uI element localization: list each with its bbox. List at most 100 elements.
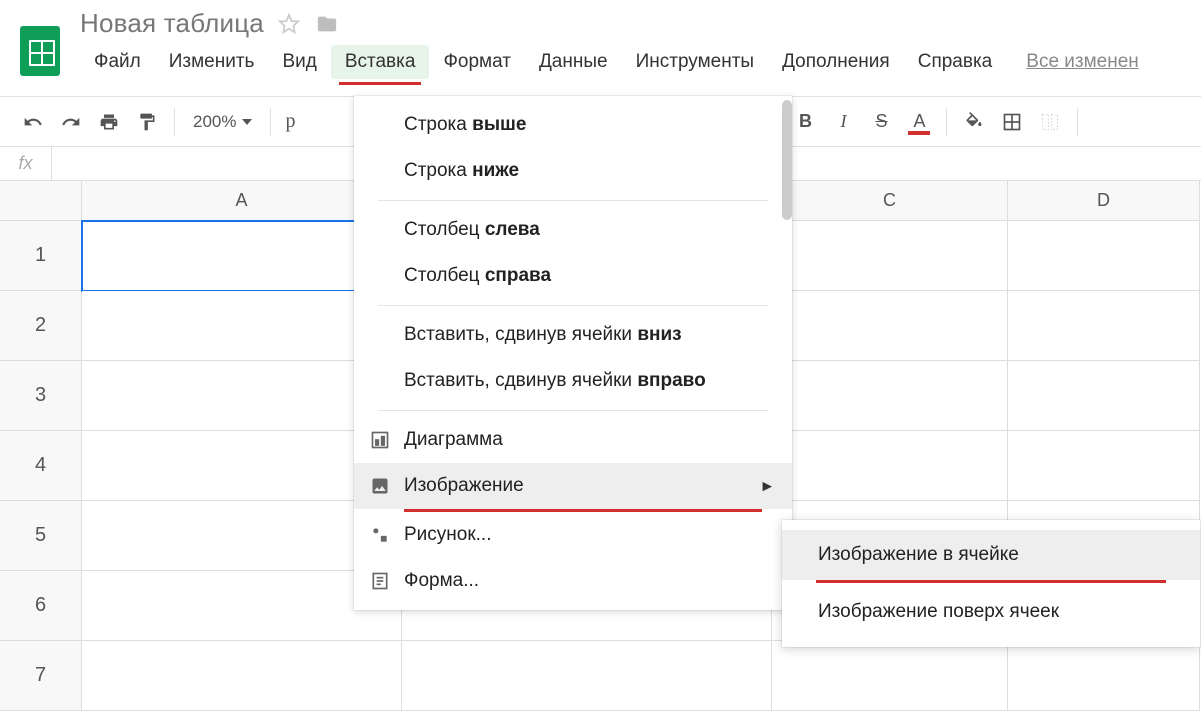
image-over-cells[interactable]: Изображение поверх ячеек: [782, 587, 1200, 637]
form-icon: [370, 571, 390, 591]
chevron-down-icon: [242, 119, 252, 125]
insert-row-below[interactable]: Строка ниже: [354, 148, 792, 194]
insert-column-left[interactable]: Столбец слева: [354, 207, 792, 253]
select-all-corner[interactable]: [0, 181, 82, 221]
insert-image-label: Изображение: [404, 475, 524, 497]
insert-dropdown: Строка выше Строка ниже Столбец слева Ст…: [354, 96, 792, 610]
toolbar-separator: [946, 108, 947, 136]
menu-insert-underline: [339, 82, 422, 85]
row-header-1[interactable]: 1: [0, 221, 82, 291]
insert-drawing[interactable]: Рисунок...: [354, 512, 792, 558]
fill-color-button[interactable]: [957, 105, 991, 139]
insert-form[interactable]: Форма...: [354, 558, 792, 604]
row-header-2[interactable]: 2: [0, 291, 82, 361]
menu-format[interactable]: Формат: [429, 45, 525, 79]
insert-column-left-label: Столбец слева: [404, 219, 540, 241]
insert-image[interactable]: Изображение ▸: [354, 463, 792, 509]
toolbar-separator: [174, 108, 175, 136]
undo-button[interactable]: [16, 105, 50, 139]
title-block: Новая таблица Файл Изменить Вид Вставка …: [80, 8, 1201, 79]
toolbar-separator: [270, 108, 271, 136]
row-headers: 1 2 3 4 5 6 7: [0, 221, 82, 711]
folder-icon[interactable]: [314, 13, 340, 35]
cell-c1[interactable]: [772, 221, 1008, 291]
saved-status-link[interactable]: Все изменен: [1026, 51, 1139, 73]
print-button[interactable]: [92, 105, 126, 139]
logo-container: [0, 8, 80, 76]
cell-d7[interactable]: [1008, 641, 1200, 711]
column-header-d[interactable]: D: [1008, 181, 1200, 221]
toolbar-separator: [1077, 108, 1078, 136]
row-header-4[interactable]: 4: [0, 431, 82, 501]
app-header: Новая таблица Файл Изменить Вид Вставка …: [0, 0, 1201, 97]
cell-c2[interactable]: [772, 291, 1008, 361]
menu-help[interactable]: Справка: [904, 45, 1007, 79]
insert-row-above-label: Строка выше: [404, 114, 526, 136]
bold-button[interactable]: B: [788, 105, 822, 139]
image-in-cell-underline: [816, 580, 1166, 583]
insert-drawing-label: Рисунок...: [404, 524, 492, 546]
text-color-swatch: [908, 131, 930, 135]
sheets-logo-icon[interactable]: [20, 26, 60, 76]
insert-chart-label: Диаграмма: [404, 429, 503, 451]
row-header-3[interactable]: 3: [0, 361, 82, 431]
cell-d2[interactable]: [1008, 291, 1200, 361]
menu-addons[interactable]: Дополнения: [768, 45, 904, 79]
menu-tools[interactable]: Инструменты: [622, 45, 768, 79]
dropdown-divider: [378, 305, 768, 306]
row-header-7[interactable]: 7: [0, 641, 82, 711]
insert-column-right-label: Столбец справа: [404, 265, 551, 287]
column-header-c[interactable]: C: [772, 181, 1008, 221]
cell-b7[interactable]: [402, 641, 772, 711]
cell-d3[interactable]: [1008, 361, 1200, 431]
document-title[interactable]: Новая таблица: [80, 8, 264, 39]
cell-d1[interactable]: [1008, 221, 1200, 291]
cell-c7[interactable]: [772, 641, 1008, 711]
currency-hint[interactable]: р: [281, 110, 299, 133]
paint-format-button[interactable]: [130, 105, 164, 139]
cell-a7[interactable]: [82, 641, 402, 711]
chart-icon: [370, 430, 390, 450]
image-over-cells-label: Изображение поверх ячеек: [818, 601, 1059, 622]
menu-file[interactable]: Файл: [80, 45, 155, 79]
image-in-cell-label: Изображение в ячейке: [818, 544, 1019, 565]
menu-data[interactable]: Данные: [525, 45, 622, 79]
row-header-6[interactable]: 6: [0, 571, 82, 641]
menu-bar: Файл Изменить Вид Вставка Формат Данные …: [80, 45, 1201, 79]
insert-shift-right-label: Вставить, сдвинув ячейки вправо: [404, 370, 706, 392]
menu-edit[interactable]: Изменить: [155, 45, 269, 79]
dropdown-divider: [378, 200, 768, 201]
insert-column-right[interactable]: Столбец справа: [354, 253, 792, 299]
redo-button[interactable]: [54, 105, 88, 139]
zoom-value: 200%: [193, 112, 236, 132]
doc-title-row: Новая таблица: [80, 8, 1201, 45]
image-in-cell[interactable]: Изображение в ячейке: [782, 530, 1200, 580]
submenu-arrow-icon: ▸: [762, 475, 772, 498]
insert-chart[interactable]: Диаграмма: [354, 417, 792, 463]
insert-row-above[interactable]: Строка выше: [354, 102, 792, 148]
italic-button[interactable]: I: [826, 105, 860, 139]
cell-d4[interactable]: [1008, 431, 1200, 501]
insert-shift-down-label: Вставить, сдвинув ячейки вниз: [404, 324, 682, 346]
insert-shift-down[interactable]: Вставить, сдвинув ячейки вниз: [354, 312, 792, 358]
star-icon[interactable]: [278, 13, 300, 35]
cell-c3[interactable]: [772, 361, 1008, 431]
dropdown-divider: [378, 410, 768, 411]
drawing-icon: [370, 525, 390, 545]
image-icon: [370, 476, 390, 496]
borders-button[interactable]: [995, 105, 1029, 139]
menu-insert[interactable]: Вставка: [331, 45, 430, 79]
row-header-5[interactable]: 5: [0, 501, 82, 571]
image-submenu: Изображение в ячейке Изображение поверх …: [782, 520, 1200, 647]
merge-cells-button[interactable]: [1033, 105, 1067, 139]
insert-row-below-label: Строка ниже: [404, 160, 519, 182]
strikethrough-button[interactable]: S: [864, 105, 898, 139]
cell-c4[interactable]: [772, 431, 1008, 501]
menu-view[interactable]: Вид: [268, 45, 330, 79]
insert-form-label: Форма...: [404, 570, 479, 592]
fx-label[interactable]: fx: [0, 147, 52, 180]
insert-shift-right[interactable]: Вставить, сдвинув ячейки вправо: [354, 358, 792, 404]
zoom-select[interactable]: 200%: [185, 112, 260, 132]
menu-insert-label: Вставка: [345, 51, 416, 72]
text-color-button[interactable]: A: [902, 105, 936, 139]
